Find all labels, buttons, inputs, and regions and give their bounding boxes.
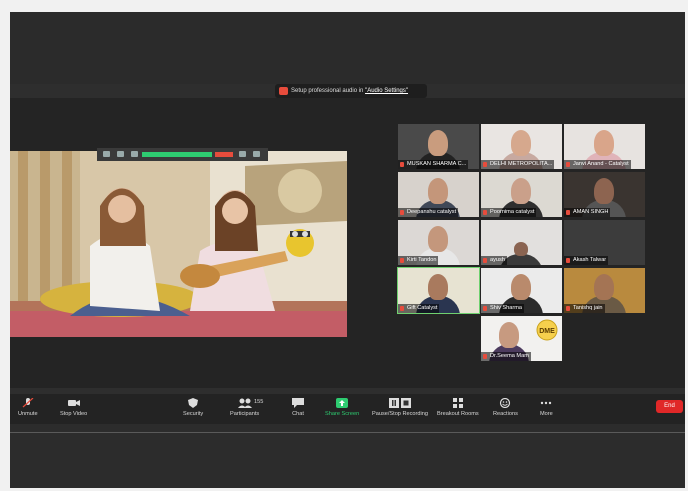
chat-icon bbox=[292, 398, 304, 408]
recording-button[interactable]: Pause/Stop Recording bbox=[372, 398, 428, 417]
breakout-rooms-button[interactable]: Breakout Rooms bbox=[437, 398, 479, 417]
participant-name: Deepanshu catalyst bbox=[398, 208, 459, 217]
breakout-rooms-icon bbox=[452, 398, 463, 408]
more-label: More bbox=[540, 411, 553, 417]
share-ctrl-icon[interactable] bbox=[131, 151, 138, 157]
share-screen-icon bbox=[336, 398, 349, 408]
security-label: Security bbox=[183, 411, 204, 417]
participant-tile[interactable]: Gift Catalyst bbox=[397, 267, 480, 314]
stop-share-button[interactable] bbox=[215, 152, 233, 157]
share-ctrl-icon[interactable] bbox=[253, 151, 260, 157]
share-screen-label: Share Screen bbox=[325, 411, 360, 417]
share-screen-button[interactable]: Share Screen bbox=[325, 398, 359, 417]
share-toolbar[interactable] bbox=[97, 148, 268, 161]
svg-text:DME: DME bbox=[539, 328, 555, 335]
participants-label: Participants bbox=[230, 411, 260, 417]
participant-name: Akash Talwar bbox=[564, 256, 609, 265]
unmute-label: Unmute bbox=[18, 411, 38, 417]
participant-name: Shiv Sharma bbox=[481, 304, 525, 313]
participant-name: Janvi Anand - Catalyst bbox=[564, 160, 631, 169]
participants-button[interactable]: 155 Participants bbox=[230, 398, 263, 417]
participant-tile[interactable]: Shiv Sharma bbox=[481, 268, 562, 313]
participant-tile[interactable]: Akash Talwar bbox=[564, 220, 645, 265]
participant-tile[interactable]: MUSKAN SHARMA C... bbox=[398, 124, 479, 169]
unmute-button[interactable]: Unmute bbox=[18, 398, 38, 417]
breakout-label: Breakout Rooms bbox=[437, 411, 479, 417]
mic-muted-icon bbox=[22, 398, 34, 408]
stop-video-label: Stop Video bbox=[60, 411, 88, 417]
participant-name: Tanishq jain bbox=[564, 304, 605, 313]
participant-tile[interactable]: Poornima catalyst bbox=[481, 172, 562, 217]
participant-name: ayush bbox=[481, 256, 507, 265]
participant-name: Dr.Seema Mam bbox=[481, 352, 531, 361]
participant-tile[interactable]: DELHI METROPOLITA... bbox=[481, 124, 562, 169]
share-ctrl-icon[interactable] bbox=[103, 151, 110, 157]
participant-name: MUSKAN SHARMA C... bbox=[398, 160, 469, 169]
dme-logo: DME bbox=[536, 319, 558, 341]
meeting-toolbar: Unmute Stop Video Security 155 Participa… bbox=[10, 394, 685, 424]
video-camera-icon bbox=[67, 400, 80, 406]
pause-stop-icon bbox=[388, 398, 411, 408]
recording-label: Pause/Stop Recording bbox=[372, 411, 428, 417]
bottom-band bbox=[10, 424, 685, 488]
banner-text: Setup professional audio in bbox=[291, 88, 366, 94]
sharing-indicator bbox=[142, 152, 212, 157]
participant-name: DELHI METROPOLITA... bbox=[481, 160, 555, 169]
divider bbox=[10, 432, 685, 433]
zoom-window: Setup professional audio in "Audio Setti… bbox=[10, 12, 685, 488]
share-ctrl-icon[interactable] bbox=[117, 151, 124, 157]
more-button[interactable]: More bbox=[540, 398, 553, 417]
shield-icon bbox=[188, 398, 199, 408]
end-meeting-button[interactable]: End bbox=[656, 400, 683, 413]
top-band bbox=[10, 12, 685, 84]
participants-icon bbox=[238, 398, 252, 408]
participant-tile[interactable]: Janvi Anand - Catalyst bbox=[564, 124, 645, 169]
participant-tile[interactable]: Kirti Tandon bbox=[398, 220, 479, 265]
participant-name: Gift Catalyst bbox=[398, 304, 440, 313]
participant-tile[interactable]: Tanishq jain bbox=[564, 268, 645, 313]
audio-settings-banner[interactable]: Setup professional audio in "Audio Setti… bbox=[275, 84, 427, 98]
audio-settings-link[interactable]: "Audio Settings" bbox=[365, 88, 408, 94]
participant-tile[interactable]: DME Dr.Seema Mam bbox=[481, 316, 562, 361]
participant-tile[interactable]: ayush bbox=[481, 220, 562, 265]
chat-button[interactable]: Chat bbox=[292, 398, 304, 417]
reactions-label: Reactions bbox=[493, 411, 518, 417]
share-ctrl-icon[interactable] bbox=[239, 151, 246, 157]
reactions-button[interactable]: Reactions bbox=[493, 398, 518, 417]
participant-name: AMAN SINGH bbox=[564, 208, 611, 217]
smiley-icon bbox=[500, 398, 511, 408]
participant-name: Kirti Tandon bbox=[398, 256, 439, 265]
ellipsis-icon bbox=[541, 401, 552, 405]
shared-screen bbox=[10, 151, 347, 337]
participant-name: Poornima catalyst bbox=[481, 208, 537, 217]
stop-video-button[interactable]: Stop Video bbox=[60, 398, 87, 417]
chat-label: Chat bbox=[292, 411, 304, 417]
shared-video-image bbox=[10, 151, 347, 337]
participants-count: 155 bbox=[254, 399, 264, 405]
participant-tile[interactable]: AMAN SINGH bbox=[564, 172, 645, 217]
participant-tile[interactable]: Deepanshu catalyst bbox=[398, 172, 479, 217]
audio-icon bbox=[279, 87, 288, 95]
security-button[interactable]: Security bbox=[183, 398, 203, 417]
